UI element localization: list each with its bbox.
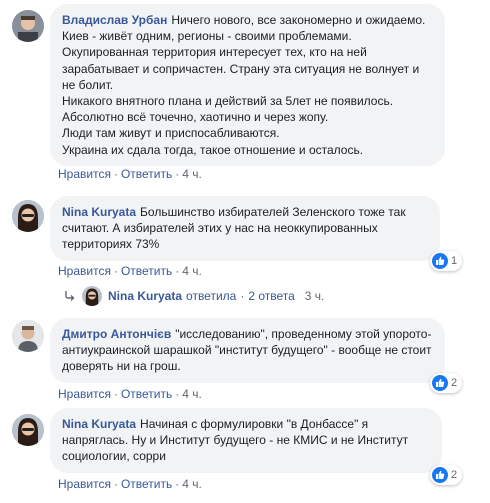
reply-time: 3 ч. <box>304 289 325 303</box>
like-link[interactable]: Нравится <box>58 387 111 401</box>
reaction-badge[interactable]: 1 <box>430 251 463 271</box>
reaction-count: 2 <box>451 469 458 481</box>
like-link[interactable]: Нравится <box>58 264 111 278</box>
reply-link[interactable]: Ответить <box>121 167 172 181</box>
comment-time[interactable]: 4 ч. <box>182 167 202 181</box>
comment-text: Ничего нового, все закономерно и ожидаем… <box>62 13 426 157</box>
reply-link[interactable]: Ответить <box>121 477 172 491</box>
like-link[interactable]: Нравится <box>58 477 111 491</box>
reaction-count: 1 <box>451 255 458 267</box>
reply-link[interactable]: Ответить <box>121 387 172 401</box>
view-replies-link[interactable]: Nina Kuryata ответила · 2 ответа 3 ч. <box>64 286 324 306</box>
reaction-badge[interactable]: 2 <box>430 373 463 393</box>
comment-time[interactable]: 4 ч. <box>182 477 202 491</box>
reply-separator: · <box>240 289 245 303</box>
comment-author[interactable]: Nina Kuryata <box>62 205 136 219</box>
reaction-count: 2 <box>451 377 458 389</box>
comment-actions: Нравится · Ответить · 4 ч. <box>58 264 202 278</box>
avatar[interactable] <box>12 414 44 446</box>
comment-author[interactable]: Nina Kuryata <box>62 417 136 431</box>
comment-bubble: Дмитро Антончiєв "исследованию", проведен… <box>50 318 445 383</box>
comment-time[interactable]: 4 ч. <box>182 387 202 401</box>
reply-arrow-icon <box>64 290 76 302</box>
reply-verb: ответила <box>186 289 237 303</box>
comment-bubble: Nina Kuryata Начиная с формулировки "в До… <box>50 408 442 473</box>
avatar <box>82 286 102 306</box>
comment-bubble: Nina Kuryata Большинство избирателей Зеле… <box>50 196 440 261</box>
avatar[interactable] <box>12 10 44 42</box>
thumbs-up-icon <box>432 375 448 391</box>
like-link[interactable]: Нравится <box>58 167 111 181</box>
comment-time[interactable]: 4 ч. <box>182 264 202 278</box>
reaction-badge[interactable]: 2 <box>430 465 463 485</box>
comment-bubble: Владислав Урбан Ничего нового, все законо… <box>50 4 445 166</box>
thumbs-up-icon <box>432 253 448 269</box>
avatar[interactable] <box>12 320 44 352</box>
reply-link[interactable]: Ответить <box>121 264 172 278</box>
comment-actions: Нравится · Ответить · 4 ч. <box>58 167 202 181</box>
reply-count: 2 ответа <box>248 289 295 303</box>
comment-author[interactable]: Владислав Урбан <box>62 13 167 27</box>
thumbs-up-icon <box>432 467 448 483</box>
reply-author: Nina Kuryata <box>108 289 183 303</box>
comment-author[interactable]: Дмитро Антончiєв <box>62 327 171 341</box>
comment-actions: Нравится · Ответить · 4 ч. <box>58 387 202 401</box>
comment-actions: Нравится · Ответить · 4 ч. <box>58 477 202 491</box>
avatar[interactable] <box>12 200 44 232</box>
